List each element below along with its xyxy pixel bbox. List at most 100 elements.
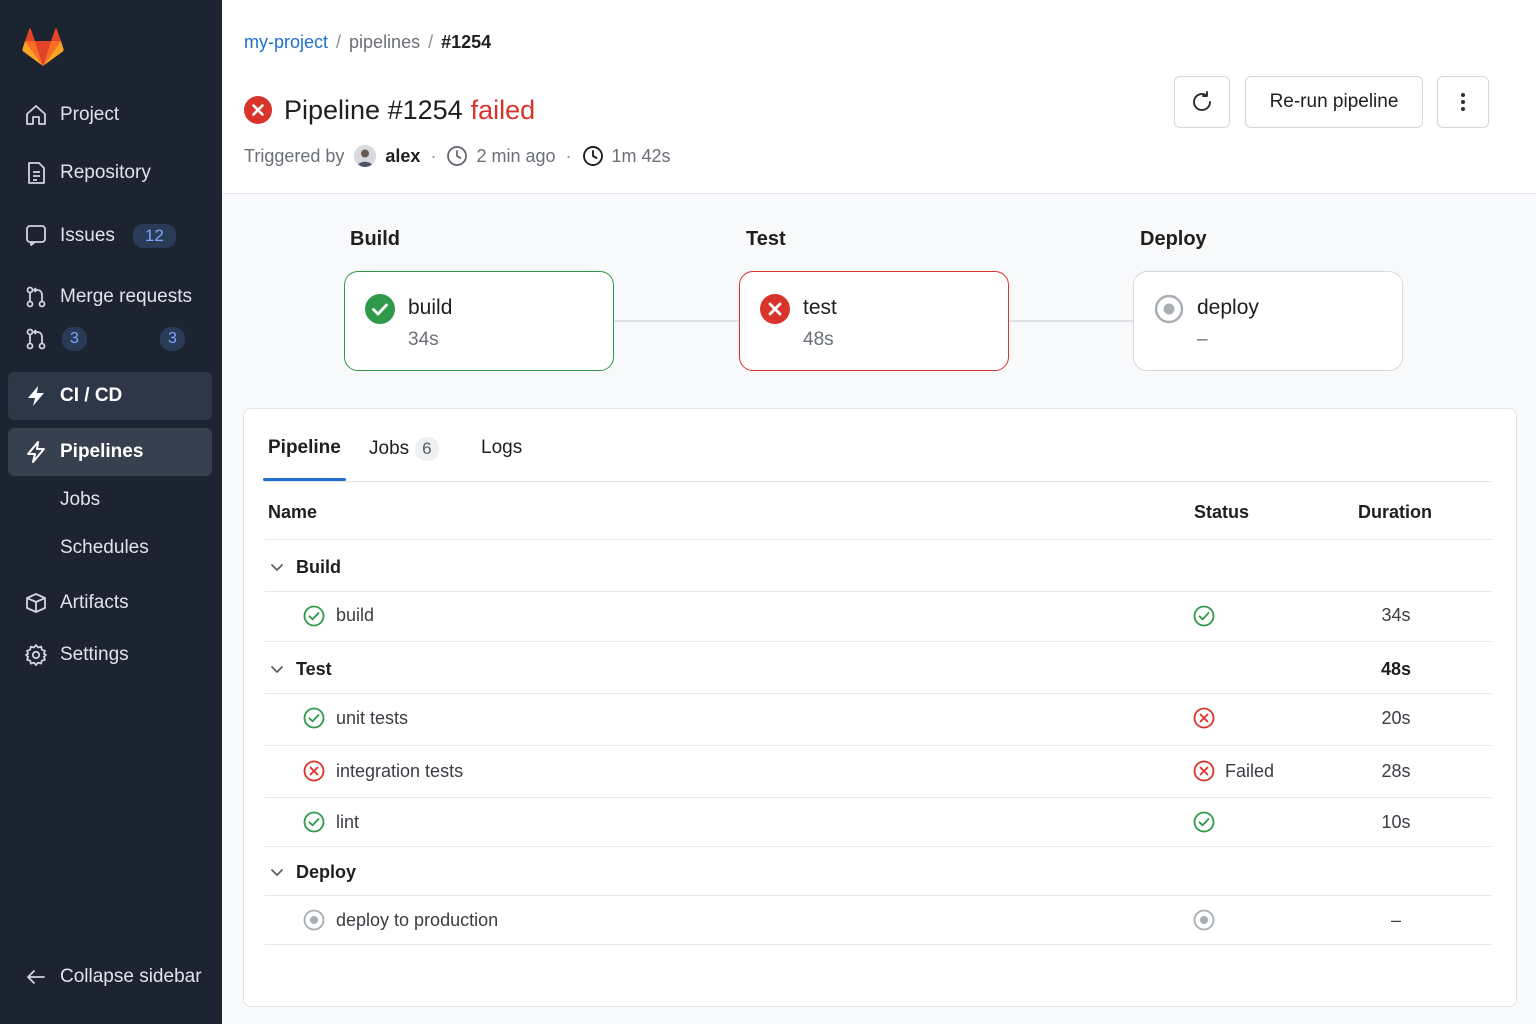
group-name: Build bbox=[296, 557, 341, 577]
chevron-down-icon[interactable] bbox=[268, 863, 286, 881]
stage-job-name: deploy bbox=[1197, 296, 1259, 319]
breadcrumb-pipelines-link[interactable]: pipelines bbox=[349, 32, 420, 52]
row-divider bbox=[265, 895, 1492, 896]
merge-request-icon bbox=[24, 285, 48, 309]
meta-separator: · bbox=[430, 145, 437, 166]
success-status-icon bbox=[303, 707, 325, 729]
document-icon bbox=[24, 161, 48, 185]
pipeline-duration: 1m 42s bbox=[611, 145, 671, 166]
row-divider bbox=[265, 745, 1492, 746]
sidebar-item-cicd[interactable]: CI / CD bbox=[8, 372, 212, 420]
avatar[interactable] bbox=[354, 145, 377, 167]
issues-count-badge: 12 bbox=[132, 224, 176, 248]
sidebar-item-settings[interactable]: Settings bbox=[8, 631, 212, 679]
row-divider bbox=[265, 846, 1492, 847]
page-title-row: Pipeline #1254 failed bbox=[244, 94, 535, 126]
sidebar-item-project[interactable]: Project bbox=[8, 91, 212, 139]
chevron-down-icon[interactable] bbox=[268, 558, 286, 576]
sidebar-item-label-wrap: Issues 12 bbox=[60, 224, 176, 248]
tab-jobs[interactable]: Jobs 6 bbox=[369, 437, 439, 461]
kebab-menu-icon bbox=[1451, 90, 1475, 114]
pipeline-title: Pipeline #1254 bbox=[284, 94, 463, 125]
rerun-pipeline-button[interactable]: Re-run pipeline bbox=[1245, 76, 1423, 128]
stage-job-duration: 48s bbox=[803, 329, 834, 350]
row-divider bbox=[265, 539, 1492, 540]
failed-status-icon bbox=[1193, 760, 1215, 782]
chevron-down-icon[interactable] bbox=[268, 660, 286, 678]
tab-logs[interactable]: Logs bbox=[481, 437, 522, 459]
stage-card-deploy[interactable]: deploy – bbox=[1133, 271, 1403, 371]
success-status-icon bbox=[365, 294, 395, 324]
sidebar-item-repository[interactable]: Repository bbox=[8, 149, 212, 197]
home-icon bbox=[24, 103, 48, 127]
success-status-icon bbox=[1193, 811, 1215, 833]
gitlab-logo-icon[interactable] bbox=[22, 28, 64, 68]
sidebar-item-label: Merge requests bbox=[60, 286, 193, 307]
job-duration: – bbox=[1390, 910, 1401, 930]
triggered-by-label: Triggered by bbox=[244, 145, 345, 166]
success-status-icon bbox=[1193, 605, 1215, 627]
refresh-icon bbox=[1190, 90, 1214, 114]
sidebar-item-issues[interactable]: Issues 12 bbox=[8, 211, 212, 259]
stage-job-duration: – bbox=[1197, 329, 1208, 350]
meta-separator: · bbox=[565, 145, 572, 166]
stage-label-build: Build bbox=[350, 228, 400, 250]
sidebar-item-merge-requests[interactable]: Merge requests bbox=[8, 273, 212, 321]
package-icon bbox=[24, 591, 48, 615]
column-header-name: Name bbox=[268, 502, 318, 522]
more-actions-button[interactable] bbox=[1437, 76, 1489, 128]
skipped-status-icon bbox=[1193, 909, 1215, 931]
job-duration: 28s bbox=[1381, 761, 1411, 781]
page-title: Pipeline #1254 failed bbox=[284, 95, 535, 126]
job-name[interactable]: build bbox=[336, 605, 374, 626]
pipeline-meta: Triggered by alex · 2 min ago · 1m 42s bbox=[244, 144, 671, 168]
jobs-count-badge: 6 bbox=[415, 437, 439, 461]
failed-status-icon bbox=[760, 294, 790, 324]
sidebar-item-pipelines[interactable]: Pipelines bbox=[8, 428, 212, 476]
breadcrumb-project-link[interactable]: my-project bbox=[244, 32, 328, 52]
stage-label-test: Test bbox=[746, 228, 786, 250]
failed-status-icon bbox=[244, 96, 272, 124]
job-name[interactable]: unit tests bbox=[336, 708, 408, 729]
failed-status-icon bbox=[1193, 707, 1215, 729]
row-divider bbox=[265, 641, 1492, 642]
collapse-sidebar-button[interactable]: Collapse sidebar bbox=[8, 953, 218, 1001]
skipped-status-icon bbox=[1154, 294, 1184, 324]
sidebar-item-label: Pipelines bbox=[60, 441, 144, 462]
sidebar-item-label: Settings bbox=[60, 644, 129, 665]
group-name: Deploy bbox=[296, 862, 357, 882]
success-status-icon bbox=[303, 605, 325, 627]
stage-card-test[interactable]: test 48s bbox=[739, 271, 1009, 371]
sidebar-item-label: Repository bbox=[60, 162, 151, 183]
job-duration: 20s bbox=[1381, 708, 1411, 728]
stage-card-build[interactable]: build 34s bbox=[344, 271, 614, 371]
row-divider bbox=[265, 693, 1492, 694]
pipeline-status-text: failed bbox=[470, 94, 536, 125]
gear-icon bbox=[24, 643, 48, 667]
job-name[interactable]: deploy to production bbox=[336, 910, 498, 931]
success-status-icon bbox=[303, 811, 325, 833]
row-divider bbox=[265, 591, 1492, 592]
job-name[interactable]: integration tests bbox=[336, 761, 463, 782]
sidebar-subitem-jobs[interactable]: Jobs bbox=[60, 489, 100, 511]
group-duration: 48s bbox=[1380, 659, 1412, 679]
breadcrumb: my-project / pipelines / #1254 bbox=[244, 32, 491, 53]
sidebar-item-merge-badges[interactable]: 3 3 bbox=[8, 315, 212, 363]
merge-requests-count-badge: 3 bbox=[62, 327, 87, 351]
breadcrumb-current: #1254 bbox=[441, 32, 492, 52]
sidebar: Project Repository Issues 12 Merge reques… bbox=[0, 0, 222, 1024]
trigger-user-link[interactable]: alex bbox=[385, 146, 420, 167]
failed-status-icon bbox=[303, 760, 325, 782]
arrow-left-icon bbox=[24, 965, 48, 989]
sidebar-item-artifacts[interactable]: Artifacts bbox=[8, 579, 212, 627]
sidebar-item-label: CI / CD bbox=[60, 385, 123, 406]
pipeline-icon bbox=[24, 440, 48, 464]
refresh-button[interactable] bbox=[1174, 76, 1230, 128]
sidebar-item-label: Collapse sidebar bbox=[60, 966, 202, 987]
stage-connector bbox=[614, 320, 739, 322]
tab-pipeline[interactable]: Pipeline bbox=[268, 437, 341, 459]
sidebar-subitem-schedules[interactable]: Schedules bbox=[60, 537, 149, 559]
job-status-text: Failed bbox=[1225, 761, 1275, 781]
job-name[interactable]: lint bbox=[336, 812, 359, 833]
column-header-status: Status bbox=[1194, 502, 1250, 522]
